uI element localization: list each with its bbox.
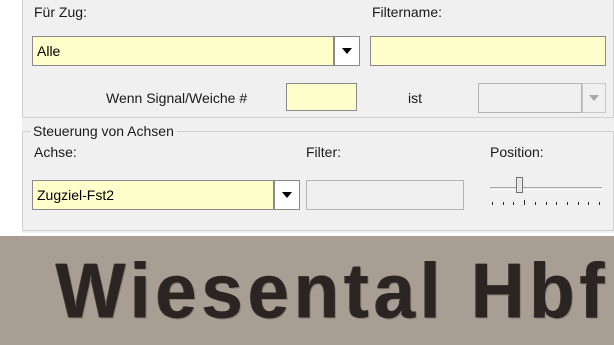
station-name-banner: Wiesental Hbf xyxy=(0,236,614,345)
axis-filter-input[interactable] xyxy=(306,180,464,210)
station-name-text: Wiesental Hbf xyxy=(56,246,610,335)
for-train-label: Für Zug: xyxy=(34,4,87,20)
slider-tick xyxy=(599,202,600,205)
signal-state-select[interactable] xyxy=(478,83,582,113)
slider-tick xyxy=(513,202,514,205)
slider-tick xyxy=(546,202,547,205)
signal-number-input[interactable] xyxy=(286,83,357,111)
slider-tick xyxy=(588,202,589,205)
position-label: Position: xyxy=(490,144,544,160)
axis-select[interactable]: Zugziel-Fst2 xyxy=(32,180,274,210)
slider-tick xyxy=(492,202,493,205)
slider-tick xyxy=(503,202,504,205)
position-slider[interactable] xyxy=(488,174,604,214)
is-label: ist xyxy=(408,90,422,106)
axis-filter-label: Filter: xyxy=(306,144,341,160)
chevron-down-icon xyxy=(282,192,292,198)
axis-control-group-title: Steuerung von Achsen xyxy=(30,123,177,139)
slider-tick xyxy=(556,202,557,205)
slider-tick xyxy=(567,202,568,205)
position-slider-thumb[interactable] xyxy=(516,177,523,196)
signal-condition-label: Wenn Signal/Weiche # xyxy=(106,90,248,106)
axis-label: Achse: xyxy=(34,144,77,160)
chevron-down-icon xyxy=(589,95,599,101)
for-train-dropdown-button[interactable] xyxy=(334,36,360,66)
filter-name-label: Filtername: xyxy=(372,4,443,20)
signal-state-dropdown-button[interactable] xyxy=(582,83,606,113)
slider-tick xyxy=(578,202,579,205)
axis-dropdown-button[interactable] xyxy=(274,180,300,210)
filter-name-input[interactable] xyxy=(370,36,606,66)
for-train-select[interactable]: Alle xyxy=(32,36,334,66)
position-slider-ticks xyxy=(492,200,600,208)
chevron-down-icon xyxy=(342,48,352,54)
position-slider-track xyxy=(490,187,602,190)
slider-tick xyxy=(524,200,525,205)
slider-tick xyxy=(535,202,536,205)
